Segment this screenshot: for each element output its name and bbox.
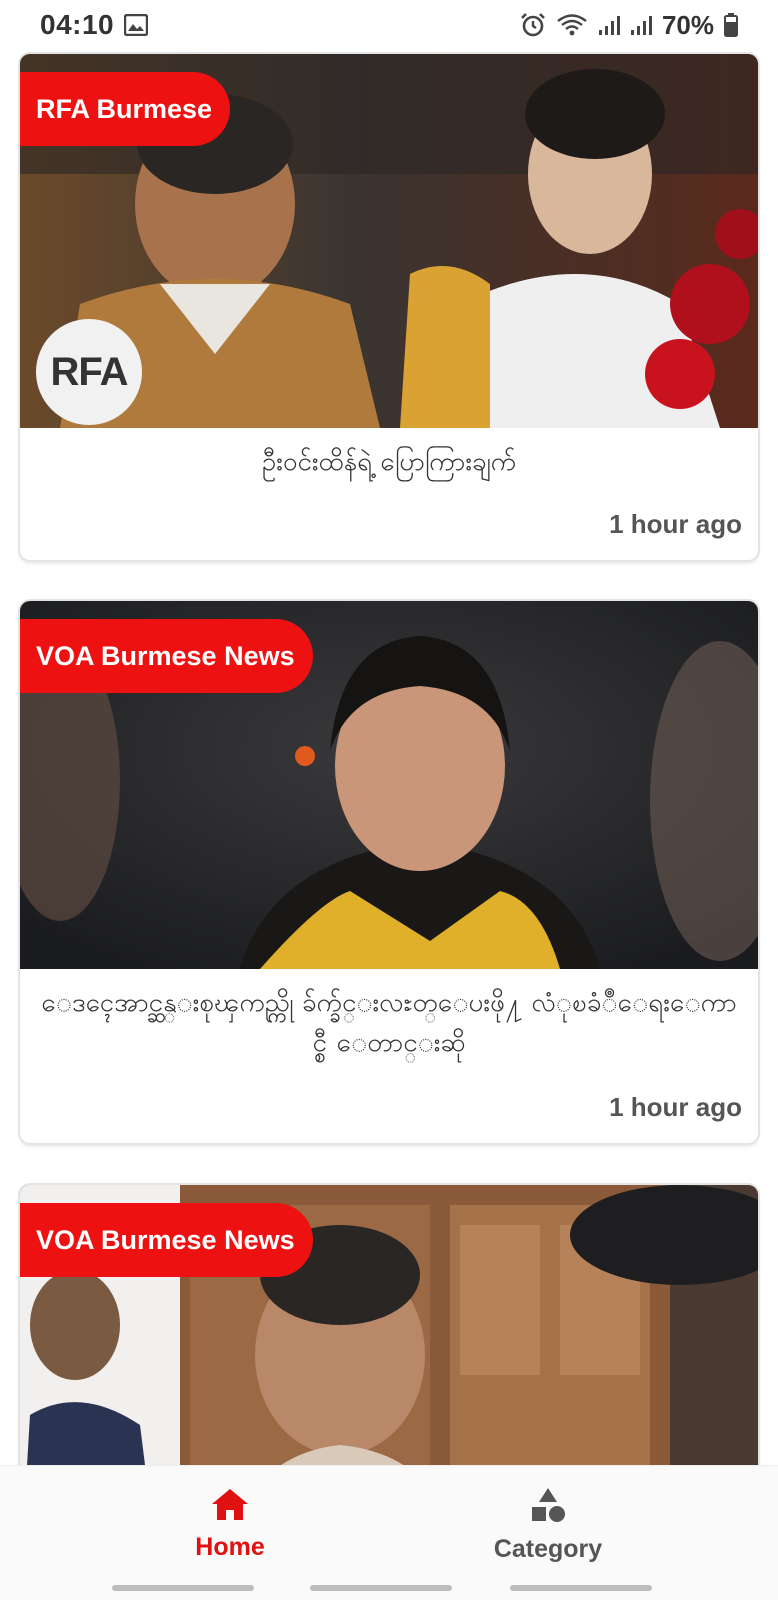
- source-badge[interactable]: VOA Burmese News: [20, 619, 313, 693]
- nav-home[interactable]: Home: [130, 1486, 330, 1572]
- gesture-bar-center[interactable]: [310, 1585, 452, 1591]
- news-card[interactable]: VOA Burmese News: [20, 1185, 758, 1465]
- signal-icon: [630, 14, 652, 36]
- battery-percent: 70%: [661, 9, 714, 40]
- category-icon: [528, 1486, 568, 1529]
- article-photo: VOA Burmese News: [20, 1185, 758, 1465]
- article-photo: VOA Burmese News: [20, 601, 758, 969]
- nav-home-label: Home: [195, 1533, 265, 1561]
- battery-icon: [724, 13, 738, 37]
- home-icon: [210, 1486, 250, 1527]
- bottom-navigation: Home Category: [0, 1465, 778, 1600]
- alarm-icon: [520, 12, 546, 38]
- nav-category-label: Category: [493, 1535, 603, 1563]
- news-card[interactable]: VOA Burmese News ေဒၚေအာင္ဆန္းစုၾကည္ကို ခ…: [20, 601, 758, 1143]
- status-right: 70%: [520, 10, 738, 41]
- article-title[interactable]: ေဒၚေအာင္ဆန္းစုၾကည္ကို ခ်က္ခ်င္းလႊတ္ေပးဖိ…: [20, 969, 758, 1063]
- rfa-logo: RFA: [36, 319, 142, 425]
- gesture-bar-left[interactable]: [112, 1585, 254, 1591]
- status-bar: 04:10 70%: [0, 0, 778, 50]
- status-time: 04:10: [40, 9, 115, 40]
- article-time: 1 hour ago: [609, 1092, 742, 1122]
- news-feed[interactable]: RFA Burmese RFA ဦးဝင်းထိန်ရဲ့ ပြောကြားချ…: [0, 50, 778, 1465]
- signal-icon: [598, 14, 620, 36]
- source-badge[interactable]: VOA Burmese News: [20, 1203, 313, 1277]
- gallery-icon: [124, 14, 149, 36]
- article-photo: RFA Burmese RFA: [20, 54, 758, 428]
- article-time: 1 hour ago: [609, 509, 742, 539]
- news-card[interactable]: RFA Burmese RFA ဦးဝင်းထိန်ရဲ့ ပြောကြားချ…: [20, 54, 758, 560]
- gesture-bar-right[interactable]: [510, 1585, 652, 1591]
- article-title[interactable]: ဦးဝင်းထိန်ရဲ့ ပြောကြားချက်: [20, 428, 758, 482]
- nav-category[interactable]: Category: [448, 1486, 648, 1572]
- wifi-icon: [556, 13, 588, 37]
- status-left: 04:10: [40, 9, 149, 41]
- source-badge[interactable]: RFA Burmese: [20, 72, 231, 146]
